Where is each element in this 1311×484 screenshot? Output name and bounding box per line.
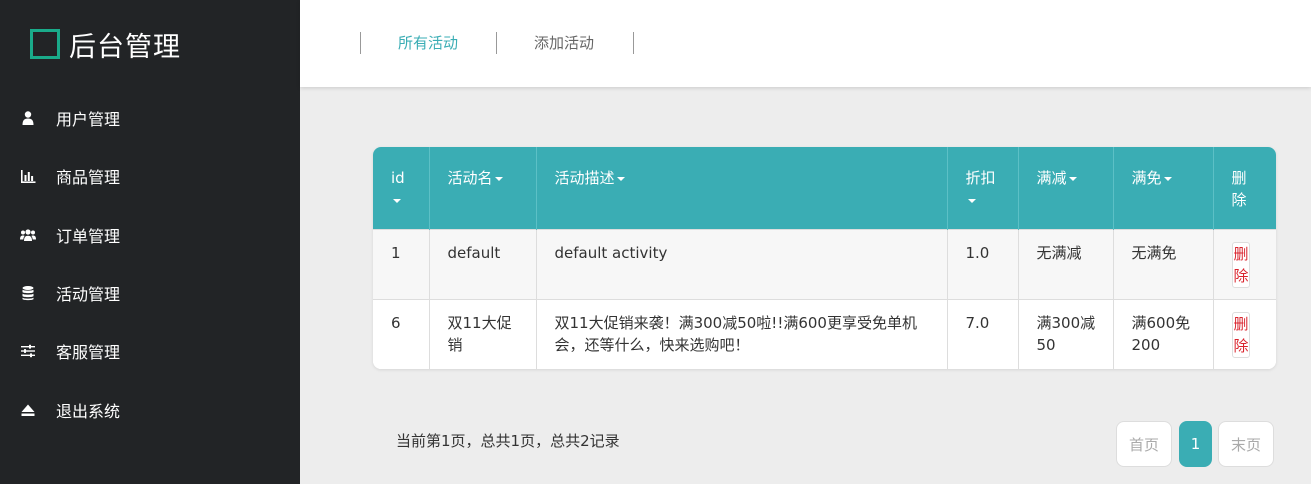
cell-full-reduce: 无满减	[1018, 228, 1114, 299]
bar-chart-icon	[20, 168, 36, 184]
cell-name: default	[429, 228, 537, 299]
sort-caret-icon	[616, 176, 625, 181]
cell-full-free: 无满免	[1113, 228, 1214, 299]
cell-discount: 1.0	[947, 228, 1019, 299]
page-info: 当前第1页，总共1页，总共2记录	[396, 432, 620, 450]
sort-caret-icon	[1068, 176, 1077, 181]
sidebar-item-label: 活动管理	[56, 285, 121, 304]
delete-button[interactable]: 删除	[1231, 241, 1250, 288]
sidebar-item-users[interactable]: 用户管理	[0, 98, 300, 138]
sidebar-item-logout[interactable]: 退出系统	[0, 390, 300, 430]
sidebar-item-label: 客服管理	[56, 343, 121, 362]
activities-table: id 活动名 活动描述 折扣 满减 满免 删除 1 default defaul…	[373, 147, 1276, 369]
column-header-delete: 删除	[1231, 169, 1247, 209]
cell-discount: 7.0	[947, 298, 1019, 369]
column-header-name[interactable]: 活动名	[429, 147, 537, 229]
first-page-button[interactable]: 首页	[1116, 421, 1172, 467]
cell-full-free: 满600免200	[1113, 298, 1214, 369]
sidebar-item-products[interactable]: 商品管理	[0, 156, 300, 196]
sliders-icon	[20, 343, 36, 359]
activities-table-card: id 活动名 活动描述 折扣 满减 满免 删除 1 default defaul…	[373, 147, 1276, 369]
cell-delete: 删除	[1213, 298, 1276, 369]
sort-caret-icon	[967, 198, 976, 203]
cell-desc: 双11大促销来袭！满300减50啦!!满600更享受免单机会，还等什么，快来选购…	[536, 298, 948, 369]
brand-title: 后台管理	[69, 31, 181, 63]
sidebar-item-orders[interactable]: 订单管理	[0, 215, 300, 255]
page-number-button[interactable]: 1	[1179, 421, 1212, 467]
tab-divider	[360, 32, 361, 54]
cell-full-reduce: 满300减50	[1018, 298, 1114, 369]
delete-button[interactable]: 删除	[1231, 311, 1250, 358]
cell-delete: 删除	[1213, 228, 1276, 299]
tab-divider	[633, 32, 634, 54]
users-icon	[20, 227, 36, 243]
cell-desc: default activity	[536, 228, 948, 299]
tab-divider	[496, 32, 497, 54]
brand-logo-icon	[30, 29, 60, 59]
sidebar-item-service[interactable]: 客服管理	[0, 331, 300, 371]
brand: 后台管理	[30, 27, 181, 63]
last-page-button[interactable]: 末页	[1218, 421, 1274, 467]
sidebar-item-label: 退出系统	[56, 402, 121, 421]
tab-all-activities[interactable]: 所有活动	[398, 32, 458, 54]
sort-caret-icon	[494, 176, 503, 181]
table-row: 6 双11大促销 双11大促销来袭！满300减50啦!!满600更享受免单机会，…	[373, 298, 1276, 369]
table-row: 1 default default activity 1.0 无满减 无满免 删…	[373, 228, 1276, 299]
tab-add-activity[interactable]: 添加活动	[534, 32, 594, 54]
database-icon	[20, 285, 36, 301]
sidebar-item-label: 用户管理	[56, 110, 121, 129]
column-header-desc[interactable]: 活动描述	[536, 147, 948, 229]
cell-name: 双11大促销	[429, 298, 537, 369]
user-icon	[20, 110, 36, 126]
sort-caret-icon	[1163, 176, 1172, 181]
sidebar: 后台管理 用户管理 商品管理 订单管理 活动管理 客服管理 退出系统	[0, 0, 300, 484]
cell-id: 6	[373, 298, 430, 369]
sort-caret-icon	[393, 198, 401, 203]
column-header-full-reduce[interactable]: 满减	[1018, 147, 1114, 229]
sidebar-item-label: 订单管理	[56, 227, 121, 246]
eject-icon	[20, 402, 36, 418]
column-header-id[interactable]: id	[373, 147, 430, 229]
table-header-row: id 活动名 活动描述 折扣 满减 满免 删除	[373, 147, 1276, 229]
sidebar-item-activities[interactable]: 活动管理	[0, 273, 300, 313]
column-header-discount[interactable]: 折扣	[947, 147, 1019, 229]
column-header-full-free[interactable]: 满免	[1113, 147, 1214, 229]
sidebar-item-label: 商品管理	[56, 168, 121, 187]
cell-id: 1	[373, 228, 430, 299]
top-bar: 所有活动 添加活动	[300, 0, 1311, 87]
